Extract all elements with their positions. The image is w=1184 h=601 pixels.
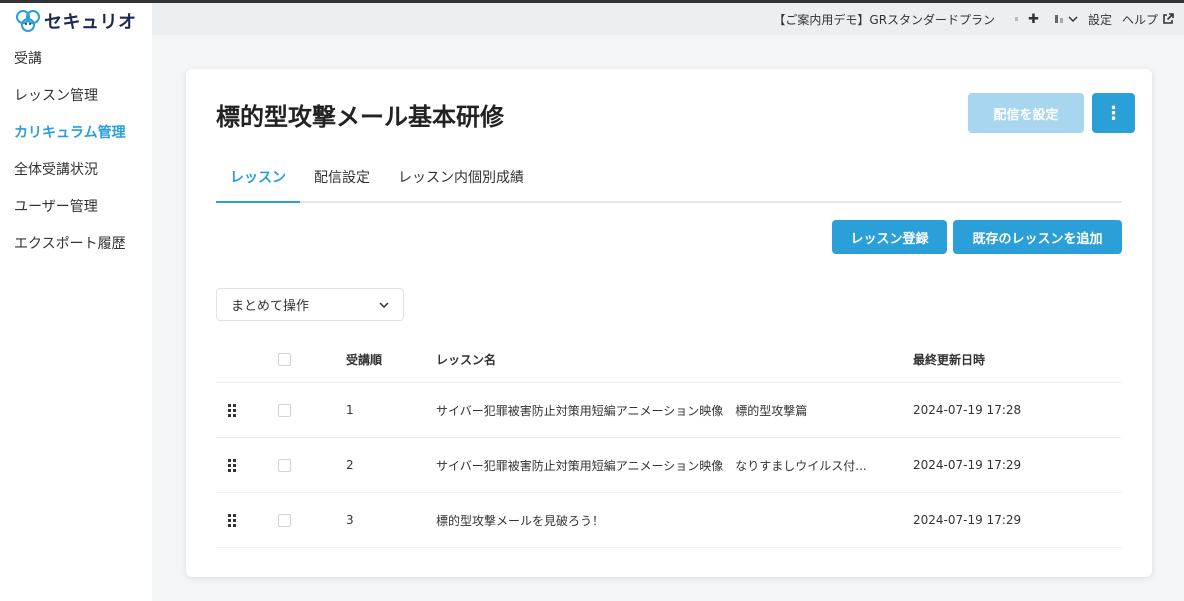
sidebar-item-lesson-management[interactable]: レッスン管理: [0, 78, 152, 115]
row-checkbox[interactable]: [278, 513, 291, 527]
row-check-cell: [278, 438, 291, 492]
tab-lessons[interactable]: レッスン: [216, 165, 300, 203]
sidebar-item-attend[interactable]: 受講: [0, 41, 152, 78]
account-menu[interactable]: [1049, 14, 1078, 24]
drag-cell: [228, 493, 236, 547]
plus-icon[interactable]: ✚: [1028, 12, 1039, 27]
row-updated: 2024-07-19 17:29: [913, 458, 1022, 472]
drag-handle-icon[interactable]: [228, 513, 236, 527]
row-name[interactable]: 標的型攻撃メールを見破ろう！: [436, 493, 604, 547]
bars-icon: [1054, 15, 1063, 23]
row-name[interactable]: サイバー犯罪被害防止対策用短編アニメーション映像 なりすましウイルス付...: [436, 438, 867, 492]
row-updated: 2024-07-19 17:28: [913, 403, 1022, 417]
chevron-down-icon: [1068, 16, 1078, 23]
chevron-down-icon: [379, 301, 389, 308]
row-name[interactable]: サイバー犯罪被害防止対策用短編アニメーション映像 標的型攻撃篇: [436, 383, 807, 437]
curriculum-card: 標的型攻撃メール基本研修 配信を設定 ⋮ レッスン 配信設定 レッスン内個別成績…: [186, 69, 1152, 577]
row-order: 2: [346, 458, 354, 472]
bulk-action-select[interactable]: まとめて操作: [216, 288, 404, 321]
header-updated[interactable]: 最終更新日時: [913, 337, 985, 382]
logo-text: セキュリオ: [44, 12, 137, 33]
tab-delivery-settings[interactable]: 配信設定: [300, 165, 384, 203]
drag-handle-icon[interactable]: [228, 458, 236, 472]
sidebar-item-user-management[interactable]: ユーザー管理: [0, 189, 152, 226]
row-order: 1: [346, 403, 354, 417]
select-all-cell: [278, 337, 291, 382]
bulk-action-label: まとめて操作: [231, 299, 310, 314]
sidebar: セキュリオ 受講 レッスン管理 カリキュラム管理 全体受講状況 ユーザー管理 エ…: [0, 3, 152, 601]
more-menu-button[interactable]: ⋮: [1092, 93, 1135, 133]
help-label: ヘルプ: [1121, 12, 1158, 27]
tabs: レッスン 配信設定 レッスン内個別成績: [216, 165, 1122, 203]
lesson-table: 受講順 レッスン名 最終更新日時 1 サイバー犯罪被害防止対策用短編アニメーショ…: [216, 337, 1122, 548]
header-order[interactable]: 受講順: [346, 337, 382, 382]
kebab-icon: ⋮: [1104, 102, 1123, 124]
table-header: 受講順 レッスン名 最終更新日時: [216, 337, 1122, 383]
row-check-cell: [278, 493, 291, 547]
top-header: 【ご案内用デモ】GRスタンダードプラン ✚ 設定 ヘルプ: [152, 3, 1184, 35]
page-title: 標的型攻撃メール基本研修: [216, 103, 504, 131]
row-checkbox[interactable]: [278, 458, 291, 472]
sidebar-item-overall-status[interactable]: 全体受講状況: [0, 152, 152, 189]
drag-cell: [228, 383, 236, 437]
drag-cell: [228, 438, 236, 492]
logo-icon: [16, 10, 40, 32]
select-all-checkbox[interactable]: [278, 353, 291, 366]
logo[interactable]: セキュリオ: [0, 3, 152, 39]
table-row[interactable]: 1 サイバー犯罪被害防止対策用短編アニメーション映像 標的型攻撃篇 2024-0…: [216, 383, 1122, 438]
help-link[interactable]: ヘルプ: [1122, 11, 1174, 28]
header-name[interactable]: レッスン名: [436, 337, 496, 382]
sidebar-nav: 受講 レッスン管理 カリキュラム管理 全体受講状況 ユーザー管理 エクスポート履…: [0, 41, 152, 263]
row-order: 3: [346, 513, 354, 527]
plan-bars: [1009, 17, 1019, 21]
sidebar-item-curriculum-management[interactable]: カリキュラム管理: [0, 115, 152, 152]
external-link-icon: [1163, 13, 1174, 24]
row-check-cell: [278, 383, 291, 437]
sidebar-item-export-history[interactable]: エクスポート履歴: [0, 226, 152, 263]
row-updated: 2024-07-19 17:29: [913, 513, 1022, 527]
plan-label: 【ご案内用デモ】GRスタンダードプラン: [773, 12, 996, 27]
bars-icon: [1015, 17, 1019, 21]
tab-lesson-grades[interactable]: レッスン内個別成績: [384, 165, 538, 203]
settings-link[interactable]: 設定: [1088, 11, 1112, 28]
drag-handle-icon[interactable]: [228, 403, 236, 417]
table-row[interactable]: 3 標的型攻撃メールを見破ろう！ 2024-07-19 17:29: [216, 493, 1122, 548]
add-existing-lesson-button[interactable]: 既存のレッスンを追加: [953, 220, 1122, 254]
row-checkbox[interactable]: [278, 403, 291, 417]
table-row[interactable]: 2 サイバー犯罪被害防止対策用短編アニメーション映像 なりすましウイルス付...…: [216, 438, 1122, 493]
register-lesson-button[interactable]: レッスン登録: [832, 220, 947, 254]
deliver-settings-button[interactable]: 配信を設定: [968, 93, 1084, 133]
